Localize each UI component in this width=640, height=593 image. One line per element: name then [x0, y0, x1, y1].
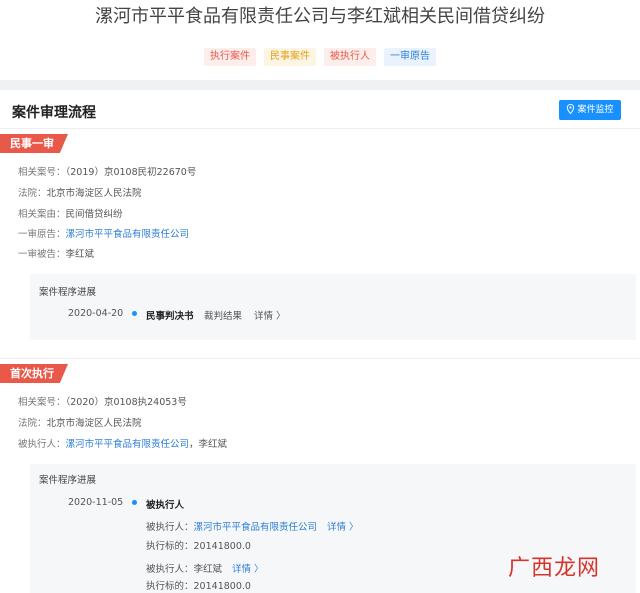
detail-link[interactable]: 详情 〉: [232, 564, 264, 575]
stage-badge-first-execution: 首次执行: [0, 364, 68, 383]
detail-link[interactable]: 详情 〉: [327, 522, 359, 533]
court-label: 法院：: [18, 418, 47, 429]
stage-badge-civil-first-instance: 民事一审: [0, 134, 68, 153]
progress-panel: [30, 274, 636, 340]
executed-person-value: 李红斌: [198, 439, 228, 450]
progress-title: 案件程序进展: [39, 287, 97, 298]
case-number-value: （2020）京0108执24053号: [65, 397, 187, 408]
progress-heading: 被执行人: [146, 500, 185, 511]
case-monitor-label: 案件监控: [577, 105, 614, 115]
location-pin-icon: [567, 103, 575, 115]
executed-entry-person: 李红斌: [193, 564, 223, 575]
detail-link[interactable]: 详情 〉: [254, 308, 286, 322]
plaintiff-label: 一审原告：: [18, 229, 66, 240]
court-value: 北京市海淀区人民法院: [46, 188, 142, 199]
case-number-label: 相关案号：: [18, 397, 66, 408]
executed-person-row: 被执行人：漯河市平平食品有限责任公司，李红斌: [18, 436, 227, 450]
case-monitor-button[interactable]: 案件监控: [559, 100, 621, 120]
enforcement-amount-row: 执行标的：20141800.0: [146, 578, 251, 592]
plaintiff-row: 一审原告：漯河市平平食品有限责任公司: [18, 226, 189, 240]
case-cause-row: 相关案由：民间借贷纠纷: [18, 206, 123, 220]
court-label: 法院：: [18, 188, 47, 199]
enforcement-amount-value: 20141800.0: [193, 541, 251, 552]
defendant-value: 李红斌: [65, 249, 95, 260]
plaintiff-link[interactable]: 漯河市平平食品有限责任公司: [66, 229, 190, 240]
case-header-card: 漯河市平平食品有限责任公司与李红斌相关民间借贷纠纷 执行案件 民事案件 被执行人…: [0, 0, 640, 80]
watermark-text: 广西龙网: [508, 556, 601, 581]
court-row: 法院：北京市海淀区人民法院: [18, 415, 142, 429]
case-title: 漯河市平平食品有限责任公司与李红斌相关民间借贷纠纷: [95, 6, 545, 27]
judgment-result-link[interactable]: 裁判结果: [204, 308, 242, 322]
section-title: 案件审理流程: [12, 105, 96, 121]
enforcement-amount-row: 执行标的：20141800.0: [146, 538, 251, 552]
tag-first-instance-plaintiff[interactable]: 一审原告: [384, 48, 436, 66]
progress-date: 2020-11-05: [68, 497, 124, 508]
progress-date: 2020-04-20: [68, 308, 124, 319]
executed-entry: 被执行人：漯河市平平食品有限责任公司 详情 〉: [146, 519, 359, 533]
timeline-dot: [132, 500, 137, 505]
separator: ，: [189, 439, 199, 450]
divider: [0, 358, 640, 359]
enforcement-amount-value: 20141800.0: [193, 581, 251, 592]
case-cause-label: 相关案由：: [18, 209, 66, 220]
case-number-value: （2019）京0108民初22670号: [65, 167, 197, 178]
timeline-dot: [132, 311, 137, 316]
case-cause-value: 民间借贷纠纷: [65, 209, 123, 220]
case-number-row: 相关案号：（2020）京0108执24053号: [18, 394, 187, 408]
court-row: 法院：北京市海淀区人民法院: [18, 185, 142, 199]
tag-civil-case[interactable]: 民事案件: [264, 48, 316, 66]
court-value: 北京市海淀区人民法院: [46, 418, 142, 429]
tag-enforcement-case[interactable]: 执行案件: [204, 48, 256, 66]
enforcement-amount-label: 执行标的：: [146, 581, 194, 592]
executed-entry-label: 被执行人：: [146, 522, 194, 533]
defendant-row: 一审被告：李红斌: [18, 246, 94, 260]
judgment-document: 民事判决书: [146, 311, 194, 322]
tag-executed-person[interactable]: 被执行人: [324, 48, 376, 66]
executed-company-link[interactable]: 漯河市平平食品有限责任公司: [66, 439, 190, 450]
executed-entry: 被执行人：李红斌 详情 〉: [146, 561, 264, 575]
divider: [0, 128, 640, 129]
defendant-label: 一审被告：: [18, 249, 66, 260]
executed-person-label: 被执行人：: [18, 439, 66, 450]
case-number-row: 相关案号：（2019）京0108民初22670号: [18, 164, 196, 178]
executed-entry-label: 被执行人：: [146, 564, 194, 575]
case-number-label: 相关案号：: [18, 167, 66, 178]
case-tags: 执行案件 民事案件 被执行人 一审原告: [0, 48, 640, 66]
progress-title: 案件程序进展: [39, 475, 97, 486]
executed-entry-company-link[interactable]: 漯河市平平食品有限责任公司: [194, 522, 318, 533]
enforcement-amount-label: 执行标的：: [146, 541, 194, 552]
